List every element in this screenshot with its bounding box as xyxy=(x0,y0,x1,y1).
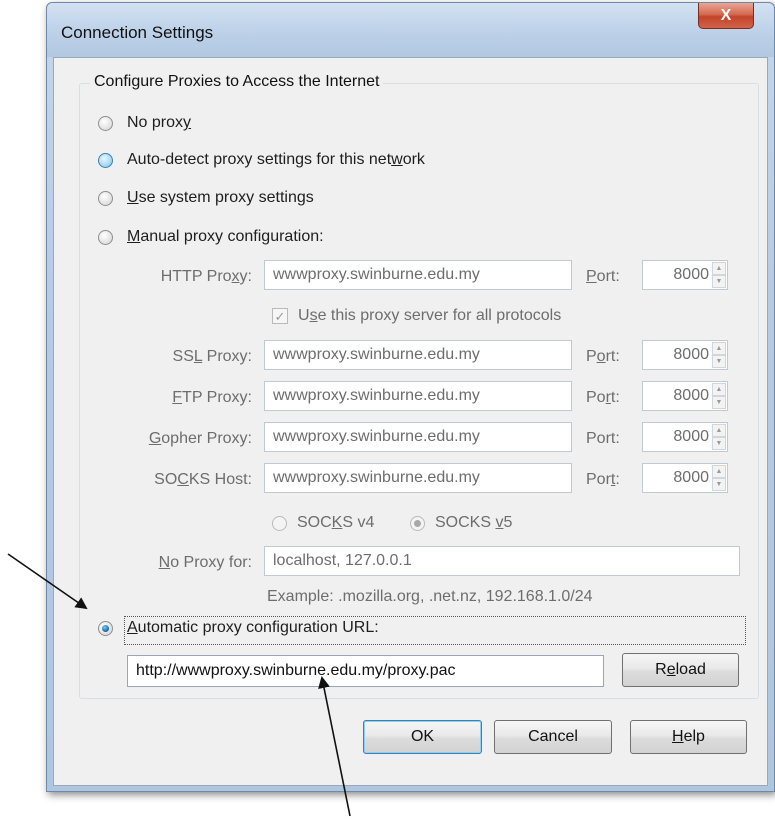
no-proxy-for-label: No Proxy for: xyxy=(158,554,252,571)
http-port-value: 8000 xyxy=(673,266,709,283)
gopher-port-label: Port: xyxy=(586,430,620,447)
socks-port-value: 8000 xyxy=(673,469,709,486)
check-icon: ✓ xyxy=(272,308,288,324)
radio-auto-detect-label: Auto-detect proxy settings for this netw… xyxy=(127,151,425,168)
radio-manual-proxy[interactable]: Manual proxy configuration: xyxy=(98,228,324,246)
socks-port-label: Port: xyxy=(586,471,620,488)
radio-auto-detect[interactable]: Auto-detect proxy settings for this netw… xyxy=(98,151,425,169)
ssl-port-label: Port: xyxy=(586,348,620,365)
ssl-port-spinner[interactable]: 8000 ▲ ▼ xyxy=(642,340,728,370)
no-proxy-for-input[interactable]: localhost, 127.0.0.1 xyxy=(264,546,740,576)
http-proxy-label: HTTP Proxy: xyxy=(160,268,252,285)
pac-url-input[interactable]: http://wwwproxy.swinburne.edu.my/proxy.p… xyxy=(127,655,604,687)
all-protocols-checkbox[interactable]: ✓ Use this proxy server for all protocol… xyxy=(272,307,561,325)
window-title: Connection Settings xyxy=(61,23,214,42)
spin-down-icon[interactable]: ▼ xyxy=(712,355,726,368)
radio-socks-v5[interactable]: SOCKS v5 xyxy=(410,514,512,532)
reload-button-label: Reload xyxy=(655,661,706,678)
radio-system-proxy-label: Use system proxy settings xyxy=(127,189,314,206)
http-proxy-input[interactable]: wwwproxy.swinburne.edu.my xyxy=(264,260,572,290)
spin-down-icon[interactable]: ▼ xyxy=(712,478,726,491)
gopher-proxy-label: Gopher Proxy: xyxy=(148,430,252,447)
ftp-port-spinner[interactable]: 8000 ▲ ▼ xyxy=(642,381,728,411)
ftp-port-label: Port: xyxy=(586,389,620,406)
gopher-proxy-input[interactable]: wwwproxy.swinburne.edu.my xyxy=(264,422,572,452)
spin-up-icon[interactable]: ▲ xyxy=(712,383,726,396)
ok-button[interactable]: OK xyxy=(363,720,482,754)
spin-down-icon[interactable]: ▼ xyxy=(712,437,726,450)
http-port-label: Port: xyxy=(586,268,620,285)
socks-port-spinner[interactable]: 8000 ▲ ▼ xyxy=(642,463,728,493)
radio-socks-v4[interactable]: SOCKS v4 xyxy=(272,514,374,532)
spin-up-icon[interactable]: ▲ xyxy=(712,465,726,478)
spin-up-icon[interactable]: ▲ xyxy=(712,262,726,275)
radio-icon xyxy=(98,620,113,636)
radio-icon xyxy=(98,229,113,245)
radio-no-proxy-label: No proxy xyxy=(127,114,192,131)
title-bar[interactable]: Connection Settings X xyxy=(47,3,774,57)
radio-icon xyxy=(98,115,113,131)
group-label: Configure Proxies to Access the Internet xyxy=(90,73,384,91)
cancel-button[interactable]: Cancel xyxy=(494,720,612,754)
radio-icon xyxy=(410,515,425,531)
dialog-body: Configure Proxies to Access the Internet… xyxy=(53,57,768,786)
ftp-proxy-label: FTP Proxy: xyxy=(172,389,252,406)
socks-host-input[interactable]: wwwproxy.swinburne.edu.my xyxy=(264,463,572,493)
auto-config-url-label: Automatic proxy configuration URL: xyxy=(127,619,379,636)
connection-settings-dialog: Connection Settings X Configure Proxies … xyxy=(46,2,775,792)
help-button[interactable]: Help xyxy=(630,720,747,754)
radio-icon xyxy=(98,190,113,206)
socks-v4-label: SOCKS v4 xyxy=(297,514,375,531)
ssl-proxy-label: SSL Proxy: xyxy=(172,348,252,365)
socks-v5-label: SOCKS v5 xyxy=(435,514,513,531)
all-protocols-label: Use this proxy server for all protocols xyxy=(298,307,562,324)
spin-down-icon[interactable]: ▼ xyxy=(712,396,726,409)
ftp-proxy-input[interactable]: wwwproxy.swinburne.edu.my xyxy=(264,381,572,411)
gopher-port-spinner[interactable]: 8000 ▲ ▼ xyxy=(642,422,728,452)
radio-manual-proxy-label: Manual proxy configuration: xyxy=(127,228,324,245)
http-port-spinner[interactable]: 8000 ▲ ▼ xyxy=(642,260,728,290)
ftp-port-value: 8000 xyxy=(673,387,709,404)
radio-icon xyxy=(98,152,113,168)
socks-host-label: SOCKS Host: xyxy=(154,471,252,488)
spin-down-icon[interactable]: ▼ xyxy=(712,275,726,288)
spin-up-icon[interactable]: ▲ xyxy=(712,342,726,355)
spin-up-icon[interactable]: ▲ xyxy=(712,424,726,437)
close-button[interactable]: X xyxy=(698,3,754,29)
radio-icon xyxy=(272,515,287,531)
radio-system-proxy[interactable]: Use system proxy settings xyxy=(98,189,314,207)
radio-no-proxy[interactable]: No proxy xyxy=(98,114,191,132)
gopher-port-value: 8000 xyxy=(673,428,709,445)
ssl-proxy-input[interactable]: wwwproxy.swinburne.edu.my xyxy=(264,340,572,370)
reload-button[interactable]: Reload xyxy=(622,653,739,687)
radio-auto-config-url[interactable]: Automatic proxy configuration URL: xyxy=(98,619,379,637)
help-button-label: Help xyxy=(672,728,705,745)
ssl-port-value: 8000 xyxy=(673,346,709,363)
no-proxy-example: Example: .mozilla.org, .net.nz, 192.168.… xyxy=(267,588,593,605)
close-icon: X xyxy=(720,6,732,24)
